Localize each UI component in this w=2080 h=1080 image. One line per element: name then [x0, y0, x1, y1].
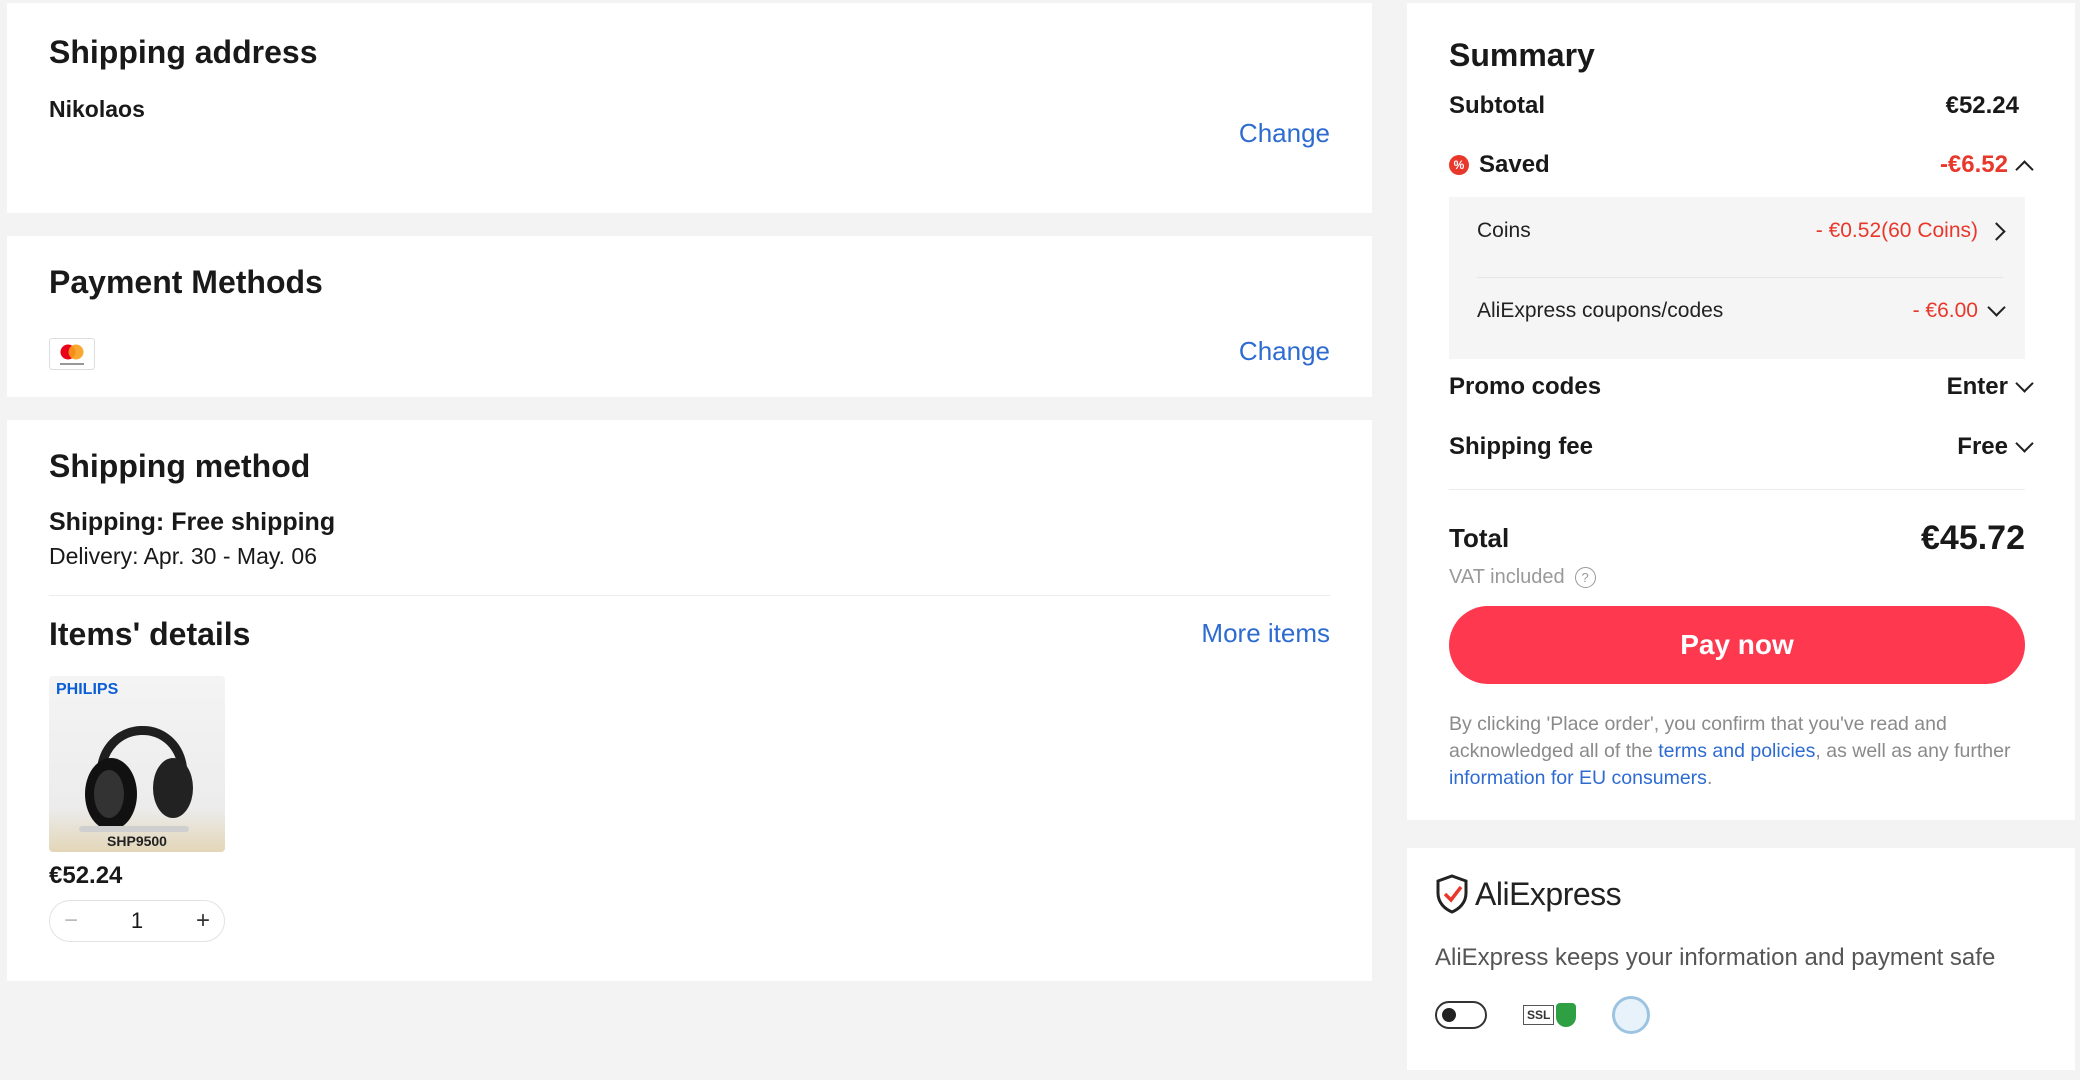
coins-row[interactable]: Coins - €0.52(60 Coins) — [1477, 219, 2006, 243]
pci-badge-icon — [1435, 1001, 1487, 1029]
shipping-fee-row[interactable]: Shipping fee Free — [1449, 433, 2034, 461]
terms-link[interactable]: terms and policies — [1658, 740, 1815, 762]
vat-note: VAT included ? — [1449, 566, 1596, 589]
chevron-right-icon[interactable] — [1987, 221, 2006, 241]
subtotal-value: €52.24 — [1945, 92, 2019, 119]
quantity-stepper: − 1 + — [49, 900, 225, 942]
divider — [49, 595, 1330, 596]
mastercard-icon — [49, 338, 95, 370]
legal-text: By clicking 'Place order', you confirm t… — [1449, 713, 2011, 789]
shipping-items-card: Shipping method Shipping: Free shipping … — [7, 420, 1372, 981]
coins-value: - €0.52(60 Coins) — [1815, 219, 1978, 242]
chevron-down-icon[interactable] — [2015, 433, 2034, 453]
payment-methods-title: Payment Methods — [49, 264, 323, 300]
security-badges: SSL — [1435, 996, 1651, 1034]
chevron-up-icon[interactable] — [2015, 159, 2034, 179]
eu-consumers-link[interactable]: information for EU consumers — [1449, 767, 1707, 789]
promo-codes-row[interactable]: Promo codes Enter — [1449, 373, 2034, 401]
trust-card: AliExpress AliExpress keeps your informa… — [1407, 848, 2075, 1070]
coupons-row[interactable]: AliExpress coupons/codes - €6.00 — [1477, 297, 2006, 323]
vat-label: VAT included — [1449, 566, 1565, 588]
delivery-dates: Delivery: Apr. 30 - May. 06 — [49, 543, 318, 569]
discount-icon: % — [1449, 155, 1469, 175]
product-price: €52.24 — [49, 862, 123, 889]
saved-row[interactable]: % Saved -€6.52 — [1449, 151, 2034, 179]
total-value: €45.72 — [1921, 519, 2025, 557]
more-items-link[interactable]: More items — [1201, 618, 1330, 649]
savings-breakdown: Coins - €0.52(60 Coins) AliExpress coupo… — [1449, 197, 2025, 359]
total-label: Total — [1449, 523, 1510, 553]
ssl-badge-icon: SSL — [1523, 1003, 1577, 1027]
coupons-label: AliExpress coupons/codes — [1477, 299, 1724, 322]
chevron-down-icon[interactable] — [1987, 297, 2006, 317]
coupons-value: - €6.00 — [1912, 299, 1978, 322]
shipping-method-title: Shipping method — [49, 448, 311, 484]
total-row: Total €45.72 — [1449, 519, 2025, 558]
subtotal-label: Subtotal — [1449, 92, 1545, 119]
divider — [1449, 489, 2025, 490]
increase-quantity-button[interactable]: + — [196, 907, 210, 935]
shipping-fee-label: Shipping fee — [1449, 433, 1593, 460]
shipping-address-card: Shipping address Nikolaos Change — [7, 3, 1372, 213]
pay-now-button[interactable]: Pay now — [1449, 606, 2025, 684]
shield-check-icon — [1436, 874, 1468, 914]
divider — [1477, 277, 2003, 278]
shipping-fee-value: Free — [1957, 433, 2008, 460]
product-model: SHP9500 — [107, 833, 167, 849]
aliexpress-logo: AliExpress — [1435, 874, 1622, 914]
subtotal-row: Subtotal €52.24 — [1449, 92, 2019, 120]
change-payment-link[interactable]: Change — [1239, 336, 1330, 367]
items-details-title: Items' details — [49, 616, 251, 652]
promo-codes-label: Promo codes — [1449, 373, 1602, 400]
coins-label: Coins — [1477, 219, 1531, 242]
certification-seal-icon — [1612, 996, 1651, 1034]
payment-methods-card: Payment Methods Change — [7, 236, 1372, 397]
trust-message: AliExpress keeps your information and pa… — [1435, 944, 1996, 971]
summary-card: Summary Subtotal €52.24 % Saved -€6.52 C… — [1407, 3, 2075, 820]
aliexpress-brand: AliExpress — [1475, 875, 1622, 912]
quantity-value[interactable]: 1 — [131, 908, 143, 934]
promo-codes-value[interactable]: Enter — [1947, 373, 2008, 401]
shipping-type: Shipping: Free shipping — [49, 508, 336, 536]
change-address-link[interactable]: Change — [1239, 118, 1330, 149]
summary-title: Summary — [1449, 37, 1595, 73]
recipient-name: Nikolaos — [49, 96, 145, 122]
chevron-down-icon[interactable] — [2015, 373, 2034, 393]
help-icon[interactable]: ? — [1574, 567, 1596, 588]
saved-label: Saved — [1479, 151, 1550, 178]
headphones-icon — [79, 726, 193, 832]
product-image[interactable]: PHILIPS SHP9500 — [49, 676, 225, 852]
saved-value: -€6.52 — [1939, 151, 2008, 178]
decrease-quantity-button[interactable]: − — [64, 907, 78, 935]
shipping-address-title: Shipping address — [49, 34, 318, 70]
